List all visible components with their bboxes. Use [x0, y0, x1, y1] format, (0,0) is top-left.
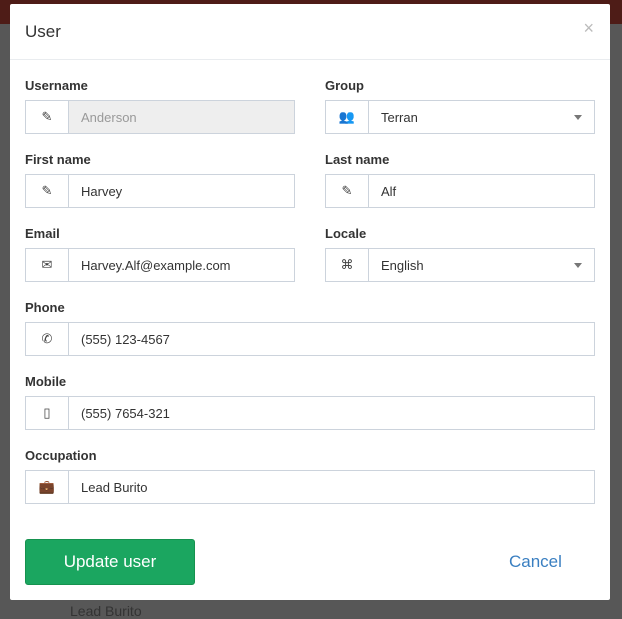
occupation-label: Occupation [25, 448, 97, 463]
group-value: Terran [381, 109, 418, 125]
last-name-field: Last name ✎ Alf [325, 152, 595, 208]
edit-icon: ✎ [326, 175, 369, 207]
phone-field: Phone ✆ (555) 123-4567 [25, 300, 595, 356]
occupation-input[interactable]: Lead Burito [69, 471, 594, 503]
edit-icon: ✎ [26, 175, 69, 207]
first-name-input[interactable]: Harvey [69, 175, 294, 207]
last-name-label: Last name [325, 152, 390, 167]
username-label: Username [25, 78, 88, 93]
modal-title: User [25, 22, 61, 41]
username-field: Username ✎ Anderson [25, 78, 295, 134]
mobile-label: Mobile [25, 374, 67, 389]
username-input: Anderson [69, 101, 294, 133]
language-icon: ⌘ [326, 249, 369, 281]
background-text: Lead Burito [70, 603, 142, 619]
locale-field: Locale ⌘ English [325, 226, 595, 282]
group-label: Group [325, 78, 364, 93]
email-input[interactable]: Harvey.Alf@example.com [69, 249, 294, 281]
users-icon: 👥 [326, 101, 369, 133]
envelope-icon: ✉ [26, 249, 69, 281]
briefcase-icon: 💼 [26, 471, 69, 503]
chevron-down-icon [574, 114, 582, 120]
mobile-input[interactable]: (555) 7654-321 [69, 397, 594, 429]
group-select[interactable]: Terran [369, 101, 594, 133]
modal-header: User × [10, 4, 610, 60]
chevron-down-icon [574, 262, 582, 268]
locale-label: Locale [325, 226, 367, 241]
cancel-link[interactable]: Cancel [509, 552, 562, 572]
update-user-button[interactable]: Update user [25, 539, 195, 585]
close-button[interactable]: × [583, 18, 594, 39]
occupation-field: Occupation 💼 Lead Burito [25, 448, 595, 504]
email-field: Email ✉ Harvey.Alf@example.com [25, 226, 295, 282]
phone-icon: ✆ [26, 323, 69, 355]
edit-icon: ✎ [26, 101, 69, 133]
locale-value: English [381, 257, 424, 273]
email-label: Email [25, 226, 60, 241]
mobile-icon: ▯ [26, 397, 69, 429]
last-name-input[interactable]: Alf [369, 175, 594, 207]
phone-label: Phone [25, 300, 65, 315]
first-name-field: First name ✎ Harvey [25, 152, 295, 208]
locale-select[interactable]: English [369, 249, 594, 281]
first-name-label: First name [25, 152, 91, 167]
mobile-field: Mobile ▯ (555) 7654-321 [25, 374, 595, 430]
phone-input[interactable]: (555) 123-4567 [69, 323, 594, 355]
user-modal: User × Username ✎ Anderson Group 👥 Terran … [10, 4, 610, 600]
group-field: Group 👥 Terran [325, 78, 595, 134]
